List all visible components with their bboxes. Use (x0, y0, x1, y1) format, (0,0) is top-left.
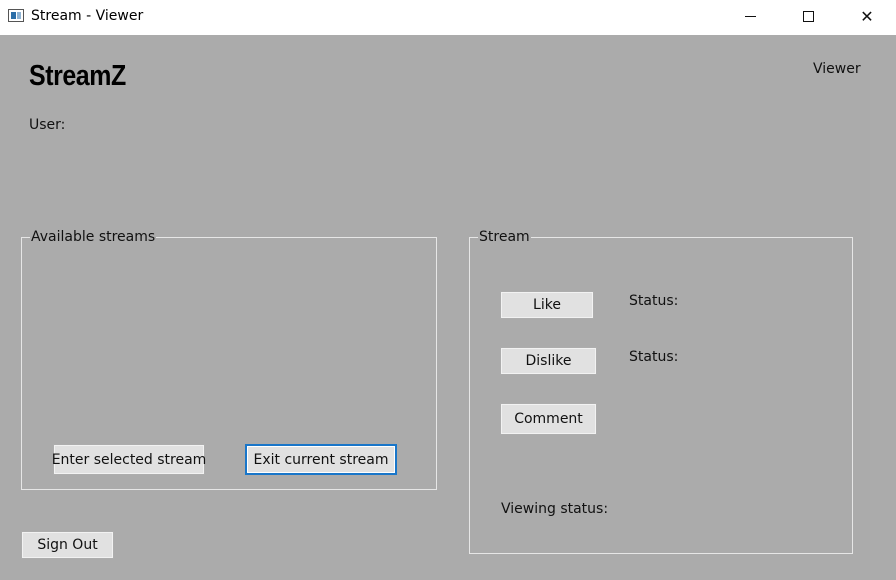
app-icon (8, 9, 24, 22)
like-button[interactable]: Like (500, 291, 594, 319)
app-logo: StreamZ (29, 60, 126, 92)
exit-stream-button[interactable]: Exit current stream (245, 444, 397, 475)
user-label: User: (29, 117, 66, 133)
maximize-button[interactable] (779, 0, 837, 32)
title-bar: Stream - Viewer ✕ (0, 0, 896, 35)
viewing-status-label: Viewing status: (501, 501, 609, 517)
role-label: Viewer (813, 61, 861, 77)
like-status-label: Status: (629, 293, 679, 309)
enter-stream-button[interactable]: Enter selected stream (52, 444, 206, 475)
minimize-button[interactable] (721, 0, 779, 32)
comment-button[interactable]: Comment (500, 403, 597, 435)
maximize-icon (802, 10, 814, 22)
window-title: Stream - Viewer (31, 8, 144, 24)
available-streams-legend: Available streams (30, 229, 157, 245)
close-icon: ✕ (860, 6, 874, 26)
dislike-button[interactable]: Dislike (500, 347, 597, 375)
minimize-icon (744, 15, 756, 17)
sign-out-button[interactable]: Sign Out (21, 531, 114, 559)
stream-legend: Stream (478, 229, 531, 245)
close-button[interactable]: ✕ (838, 0, 896, 32)
dislike-status-label: Status: (629, 349, 679, 365)
